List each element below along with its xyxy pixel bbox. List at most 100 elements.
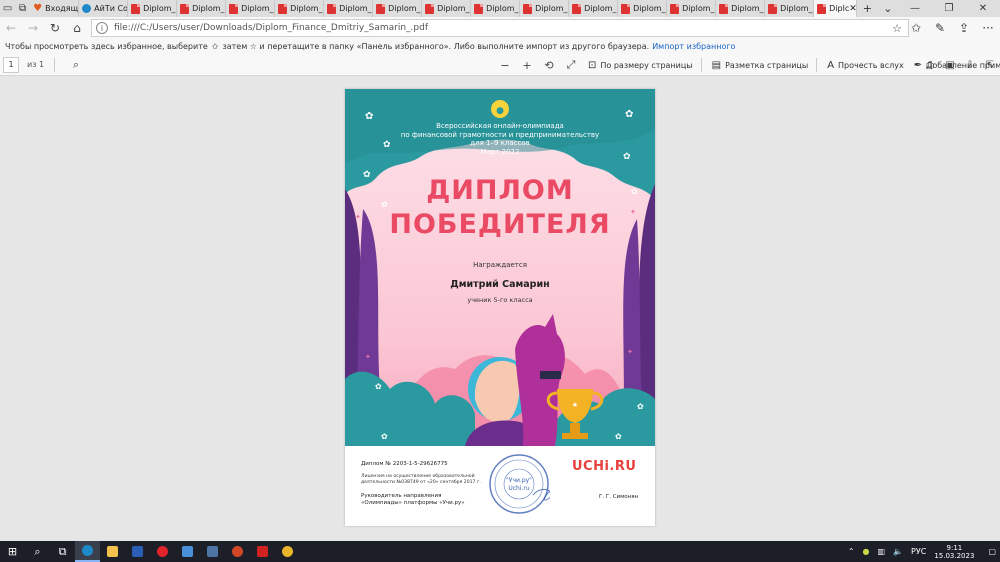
clock-time: 9:11 (946, 543, 963, 552)
tab-label: Diplom_I (290, 4, 325, 13)
search-icon[interactable]: ⌕ (65, 58, 87, 72)
tab-label: Diplom_I (682, 4, 717, 13)
close-window-button[interactable]: ✕ (966, 0, 1000, 17)
tab-label: Входящи (45, 4, 79, 13)
page-layout-button[interactable]: ▤ Разметка страницы (712, 60, 809, 71)
tab[interactable]: Diplom_I (471, 0, 521, 17)
pin-toolbar-icon[interactable]: ⇱ (980, 60, 1000, 71)
diploma-title: ДИПЛОМ ПОБЕДИТЕЛЯ (345, 174, 655, 242)
tab-label: Diplom_I (241, 4, 276, 13)
language-indicator[interactable]: РУС (911, 547, 926, 556)
mail-app-icon[interactable] (175, 541, 200, 562)
header-line: по финансовой грамотности и предпринимат… (400, 130, 600, 139)
page-layout-label: Разметка страницы (725, 60, 809, 70)
acrobat-app-icon[interactable] (250, 541, 275, 562)
header-line: для 1–9 классов (470, 139, 530, 147)
vk-app-icon[interactable] (200, 541, 225, 562)
share-icon[interactable]: ⇪ (952, 21, 976, 35)
volume-icon[interactable]: 🔈 (893, 547, 903, 556)
pdf-icon (327, 3, 337, 14)
svg-text:✿: ✿ (381, 432, 388, 441)
task-view-icon[interactable]: ⧉ (50, 541, 75, 562)
tab[interactable]: Diplom_I (177, 0, 227, 17)
read-aloud-icon: A (827, 59, 835, 71)
tab[interactable]: Diplom_I (373, 0, 423, 17)
pdf-icon (670, 3, 680, 14)
restore-button[interactable]: ❐ (932, 0, 966, 17)
tab[interactable]: Diplom_I (226, 0, 276, 17)
notification-icon[interactable]: ▢ (988, 547, 996, 556)
tab-label: Diplom_I (731, 4, 766, 13)
title-line: ДИПЛОМ (426, 175, 574, 206)
tab[interactable]: Diplom_I (520, 0, 570, 17)
fullscreen-icon[interactable]: ⤢ (560, 58, 582, 72)
address-bar[interactable]: i file:///C:/Users/user/Downloads/Diplom… (91, 19, 909, 37)
edge-app-icon[interactable] (75, 541, 100, 562)
home-button[interactable]: ⌂ (66, 21, 88, 35)
favorites-icon[interactable]: ✩ (904, 21, 928, 35)
refresh-button[interactable]: ↻ (44, 21, 66, 35)
save-icon[interactable]: ▣ (940, 60, 960, 71)
opera-app-icon[interactable] (150, 541, 175, 562)
tab[interactable]: ♥Входящи (30, 0, 80, 17)
rotate-icon[interactable]: ⟲ (538, 59, 560, 72)
read-aloud-label: Прочесть вслух (838, 60, 904, 70)
stamp-top: "Учи.ру" (506, 477, 532, 484)
tab-label: Diplom_I (780, 4, 815, 13)
explorer-app-icon[interactable] (100, 541, 125, 562)
search-icon[interactable]: ⌕ (25, 541, 50, 562)
more-icon[interactable]: ··· (976, 21, 1000, 35)
separator (54, 57, 56, 72)
minimize-button[interactable]: — (898, 0, 932, 17)
forward-button[interactable]: → (22, 21, 44, 35)
page-number-input[interactable]: 1 (3, 56, 19, 73)
tab-label: Diplom_I (584, 4, 619, 13)
chrome-app-icon[interactable] (275, 541, 300, 562)
tab[interactable]: Diplom_F (128, 0, 178, 17)
tab-active[interactable]: Diplc ✕ (814, 0, 858, 17)
tab[interactable]: Diplom_I (275, 0, 325, 17)
navigation-bar: ← → ↻ ⌂ i file:///C:/Users/user/Download… (0, 17, 1000, 39)
back-button[interactable]: ← (0, 21, 22, 35)
tab[interactable]: Diplom_I (422, 0, 472, 17)
tab[interactable]: Diplom_I (765, 0, 815, 17)
tab-actions-icon[interactable]: ▭ (0, 0, 15, 17)
svg-text:✿: ✿ (375, 382, 382, 391)
save-as-icon[interactable]: ⇩ (960, 60, 980, 71)
tab-label: Diplom_I (633, 4, 668, 13)
network-icon[interactable]: ▥ (878, 547, 886, 556)
read-aloud-button[interactable]: A Прочесть вслух (827, 60, 904, 71)
favorites-hint: Чтобы просмотреть здесь избранное, выбер… (5, 42, 208, 51)
favorite-star-icon[interactable]: ☆ (892, 22, 902, 35)
annotate-icon[interactable]: ✎ (928, 21, 952, 35)
clock[interactable]: 9:11 15.03.2023 (934, 544, 974, 560)
chevron-up-icon[interactable]: ⌃ (848, 547, 855, 556)
word-app-icon[interactable] (125, 541, 150, 562)
tab[interactable]: Diplom_I (618, 0, 668, 17)
app-tray-icon[interactable]: ● (863, 547, 870, 556)
set-aside-tabs-icon[interactable]: ⧉ (15, 0, 30, 17)
new-tab-button[interactable]: + (857, 0, 877, 17)
favorites-hint-2: затем ☆ и перетащите в папку «Панель изб… (222, 42, 650, 51)
info-icon[interactable]: i (96, 22, 108, 34)
tab[interactable]: АйТи Coc (79, 0, 129, 17)
powerpoint-app-icon[interactable] (225, 541, 250, 562)
chevron-down-icon[interactable]: ⌄ (878, 0, 898, 17)
svg-text:●: ● (496, 106, 504, 116)
tab[interactable]: Diplom_I (716, 0, 766, 17)
pdf-icon (572, 3, 582, 14)
pdf-icon (621, 3, 631, 14)
tab[interactable]: Diplom_I (569, 0, 619, 17)
zoom-in-button[interactable]: + (516, 59, 538, 72)
fit-page-label: По размеру страницы (600, 60, 693, 70)
fit-page-button[interactable]: ⊡ По размеру страницы (588, 60, 693, 71)
tab[interactable]: Diplom_I (324, 0, 374, 17)
tab-label: Diplom_I (437, 4, 472, 13)
system-tray: ⌃ ● ▥ 🔈 РУС 9:11 15.03.2023 ▢ (844, 541, 1000, 562)
start-button[interactable]: ⊞ (0, 541, 25, 562)
print-icon[interactable]: ⎙ (920, 60, 940, 71)
tab[interactable]: Diplom_I (667, 0, 717, 17)
import-favorites-link[interactable]: Импорт избранного (652, 42, 735, 51)
zoom-out-button[interactable]: − (494, 59, 516, 72)
close-icon[interactable]: ✕ (849, 4, 856, 14)
